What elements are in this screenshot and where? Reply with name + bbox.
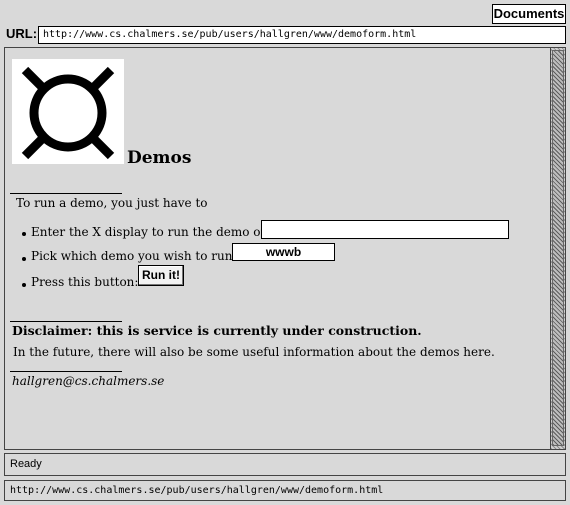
- divider: [10, 321, 122, 322]
- divider: [10, 193, 122, 194]
- future-note-text: In the future, there will also be some u…: [13, 345, 495, 359]
- bullet: [22, 257, 26, 261]
- page-title: Demos: [127, 148, 192, 168]
- contact-email: hallgren@cs.chalmers.se: [12, 374, 165, 388]
- intro-text: To run a demo, you just have to: [16, 196, 208, 210]
- disclaimer-text: Disclaimer: this is service is currently…: [12, 323, 422, 338]
- scrollbar-thumb[interactable]: [552, 50, 564, 446]
- demo-select[interactable]: wwwb: [232, 243, 335, 261]
- step-display-label: Enter the X display to run the demo on:: [31, 225, 273, 239]
- link-status-bar: http://www.cs.chalmers.se/pub/users/hall…: [4, 480, 566, 501]
- divider: [10, 371, 122, 372]
- url-field[interactable]: http://www.cs.chalmers.se/pub/users/hall…: [38, 26, 566, 44]
- x-display-input[interactable]: [261, 220, 509, 239]
- step-pick-demo-label: Pick which demo you wish to run:: [31, 249, 237, 263]
- status-bar: Ready: [4, 453, 566, 476]
- run-it-button[interactable]: Run it!: [138, 265, 184, 286]
- bullet: [22, 232, 26, 236]
- step-press-button-label: Press this button:: [31, 275, 139, 289]
- bullet: [22, 283, 26, 287]
- documents-button[interactable]: Documents: [492, 4, 566, 24]
- circle-cross-symbol-icon: [21, 66, 115, 160]
- url-label: URL:: [6, 26, 38, 41]
- demo-logo-icon: [12, 59, 124, 164]
